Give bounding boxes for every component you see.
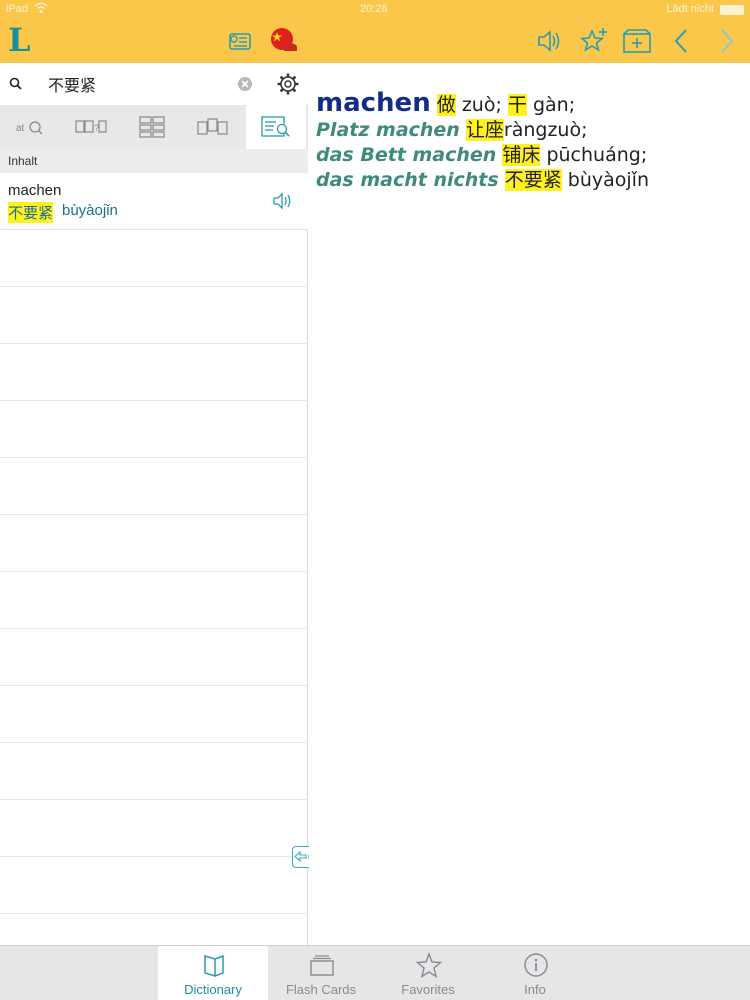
- list-item: [0, 344, 308, 401]
- search-input[interactable]: [48, 71, 228, 97]
- back-arrow-icon[interactable]: [667, 26, 697, 56]
- search-bar: [0, 63, 308, 105]
- phrase-german: Platz machen: [316, 119, 460, 141]
- search-panel: at ? Inhalt machen 不要紧 bùyàojǐn: [0, 63, 308, 1000]
- battery-status: Lädt nicht: [666, 3, 714, 15]
- phrase-line: das macht nichts 不要紧 bùyàojǐn: [316, 168, 746, 193]
- list-item: [0, 686, 308, 743]
- app-logo[interactable]: L: [8, 24, 31, 56]
- result-pinyin: bùyàojǐn: [62, 202, 118, 219]
- top-toolbar: iPad 20:28 Lädt nicht L: [0, 0, 750, 63]
- info-icon: [524, 953, 548, 977]
- list-item: [0, 800, 308, 857]
- tab-label: Dictionary: [184, 982, 242, 997]
- phrase-german: das macht nichts: [316, 169, 499, 191]
- list-item: [0, 230, 308, 287]
- china-flag-icon[interactable]: [268, 26, 298, 56]
- phrase-pinyin: pūchuáng;: [546, 144, 648, 166]
- tab-label: Flash Cards: [285, 982, 357, 997]
- clock: 20:28: [360, 3, 388, 15]
- tab-dictionary[interactable]: Dictionary: [158, 946, 268, 1000]
- search-icon: [8, 76, 24, 92]
- phrase-german: das Bett machen: [316, 144, 497, 166]
- dictionary-entry: machen 做 zuò; 干 gàn; Platz machen 让座ràng…: [316, 88, 746, 193]
- search-mode-bar: at ?: [0, 105, 308, 149]
- battery-icon: [720, 5, 744, 15]
- star-icon: [416, 952, 442, 978]
- grid-search-icon[interactable]: [122, 105, 182, 149]
- tab-favorites[interactable]: Favorites: [373, 946, 483, 1000]
- status-bar: iPad 20:28 Lädt nicht: [0, 0, 750, 20]
- phrase-line: das Bett machen 铺床 pūchuáng;: [316, 143, 746, 168]
- list-item: [0, 287, 308, 344]
- forward-arrow-icon[interactable]: [711, 26, 741, 56]
- clear-icon[interactable]: [237, 76, 253, 92]
- result-word: machen: [8, 182, 62, 199]
- phrase-chinese[interactable]: 铺床: [502, 144, 541, 166]
- carrier-label: iPad: [6, 3, 29, 15]
- translation-pinyin: gàn;: [532, 94, 576, 116]
- speaker-icon[interactable]: [272, 191, 294, 211]
- star-add-icon[interactable]: [579, 26, 609, 56]
- cards-icon: [310, 955, 334, 976]
- app-window: iPad 20:28 Lädt nicht L 不要紧 at ? Inhalt …: [0, 0, 750, 1000]
- entry-headline: machen 做 zuò; 干 gàn;: [316, 88, 746, 118]
- phrase-chinese[interactable]: 让座: [465, 119, 504, 141]
- speaker-icon[interactable]: [534, 26, 564, 56]
- list-item: [0, 572, 308, 629]
- entry-panel: machen 做 zuò; 干 gàn; Platz machen 让座ràng…: [309, 63, 750, 945]
- translation-chinese[interactable]: 干: [507, 94, 527, 116]
- book-icon: [204, 954, 224, 978]
- list-item: [0, 401, 308, 458]
- tab-info[interactable]: Info: [480, 946, 590, 1000]
- flashcard-add-icon[interactable]: [225, 26, 255, 56]
- list-item: [0, 629, 308, 686]
- tab-label: Favorites: [401, 982, 455, 997]
- translation-chinese[interactable]: 做: [436, 94, 456, 116]
- tab-bar: Dictionary Flash Cards Favorites Info: [0, 945, 750, 1000]
- compare-search-icon[interactable]: [183, 105, 243, 149]
- gear-icon[interactable]: [276, 72, 300, 96]
- wildcard-search-icon[interactable]: ?: [61, 105, 121, 149]
- wifi-icon: [34, 2, 48, 17]
- phrase-pinyin: ràngzuò;: [503, 119, 588, 141]
- list-item: [0, 458, 308, 515]
- fulltext-search-icon[interactable]: [246, 105, 306, 149]
- headword: machen: [316, 88, 431, 118]
- letter-search-icon[interactable]: at: [0, 105, 60, 149]
- tab-label: Info: [524, 982, 546, 997]
- svg-text:at: at: [16, 123, 25, 134]
- tab-flash-cards[interactable]: Flash Cards: [266, 946, 376, 1000]
- list-item: [0, 515, 308, 572]
- phrase-pinyin: bùyàojǐn: [567, 169, 649, 191]
- folder-add-icon[interactable]: [622, 26, 652, 56]
- translation-pinyin: zuò;: [461, 94, 502, 116]
- list-item: [0, 857, 308, 914]
- result-row[interactable]: machen 不要紧 bùyàojǐn: [0, 173, 308, 230]
- svg-text:?: ?: [94, 123, 99, 133]
- result-chinese: 不要紧: [8, 202, 54, 223]
- phrase-line: Platz machen 让座ràngzuò;: [316, 118, 746, 143]
- section-header: Inhalt: [0, 149, 308, 173]
- phrase-chinese[interactable]: 不要紧: [504, 169, 562, 191]
- list-item: [0, 743, 308, 800]
- empty-list: [0, 230, 308, 914]
